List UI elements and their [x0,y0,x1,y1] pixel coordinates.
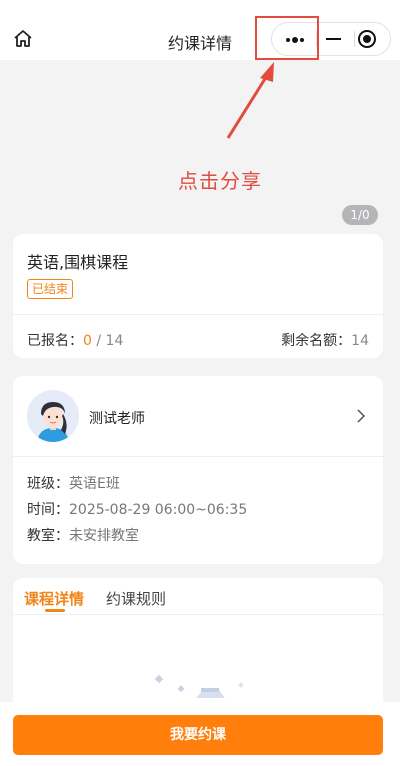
course-title: 英语,围棋课程 [27,253,129,272]
class-row: 班级：英语E班 [27,473,120,493]
status-badge: 已结束 [27,279,74,299]
classroom-value: 未安排教室 [69,528,139,544]
tab-booking-rules[interactable]: 约课规则 [106,588,166,609]
teacher-name[interactable]: 测试老师 [89,408,145,428]
enrolled-label: 已报名： [27,333,83,349]
capsule-divider [354,31,355,47]
bottom-action-bar: 我要约课 [0,702,400,766]
share-highlight-box [255,16,319,60]
class-label: 班级： [27,476,69,492]
book-course-button[interactable]: 我要约课 [13,715,383,755]
detail-tabs-card: 课程详情 约课规则 [13,578,383,718]
enrolled-count: 已报名：0 / 14 [27,330,123,350]
chevron-right-icon[interactable] [353,408,369,424]
time-value: 2025-08-29 06:00~06:35 [69,502,248,518]
time-row: 时间：2025-08-29 06:00~06:35 [27,499,247,519]
target-close-icon[interactable] [358,30,376,48]
share-hint-text: 点击分享 [178,169,262,193]
minimize-icon[interactable] [323,23,357,55]
remaining-seats: 剩余名额：14 [281,330,369,350]
remaining-label: 剩余名额： [281,333,352,349]
enrolled-total: / 14 [91,333,124,349]
remaining-value: 14 [351,333,369,349]
class-value: 英语E班 [69,476,120,492]
teacher-avatar[interactable] [27,390,79,442]
divider [13,614,383,615]
image-counter-badge: 1/0 [342,205,378,225]
teacher-info-card: 测试老师 班级：英语E班 时间：2025-08-29 06:00~06:35 教… [13,376,383,564]
enrolled-number: 0 [83,333,92,349]
course-info-card: 英语,围棋课程 已结束 已报名：0 / 14 剩余名额：14 [13,234,383,358]
classroom-row: 教室：未安排教室 [27,525,139,545]
divider [13,456,383,457]
divider [13,314,383,315]
empty-state-illustration [154,674,244,698]
tab-course-detail[interactable]: 课程详情 [24,588,84,609]
active-tab-indicator [45,609,65,612]
classroom-label: 教室： [27,528,69,544]
time-label: 时间： [27,502,69,518]
top-navbar: 约课详情 [0,0,400,60]
